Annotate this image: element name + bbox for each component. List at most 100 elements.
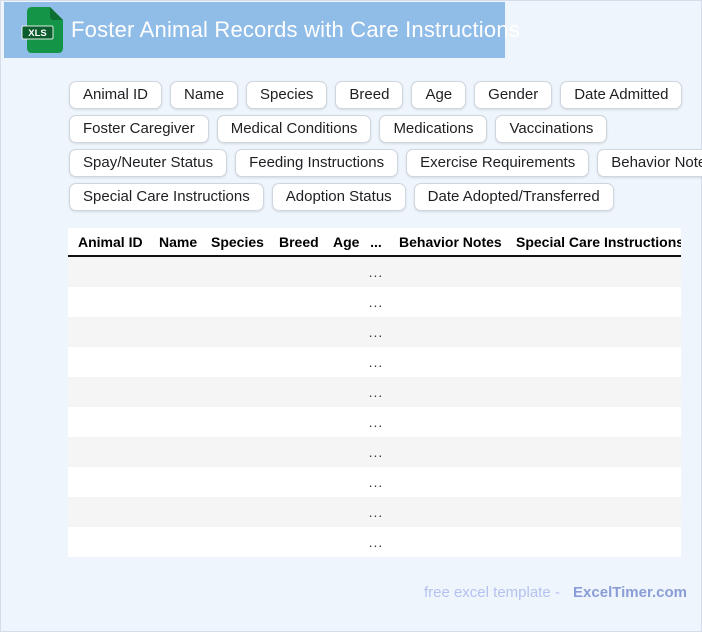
placeholder-cell: ... <box>363 467 389 497</box>
footer-brand-link[interactable]: ExcelTimer.com <box>573 584 687 601</box>
empty-cell <box>201 407 269 437</box>
chip-medical-conditions[interactable]: Medical Conditions <box>216 115 372 143</box>
chip-animal-id[interactable]: Animal ID <box>69 81 163 109</box>
table-row: ... <box>68 317 681 347</box>
xls-badge-label: XLS <box>28 28 46 39</box>
chip-spay-neuter-status[interactable]: Spay/Neuter Status <box>69 149 228 177</box>
empty-cell <box>389 287 506 317</box>
empty-cell <box>269 467 323 497</box>
chip-exercise-requirements[interactable]: Exercise Requirements <box>406 149 590 177</box>
empty-cell <box>201 287 269 317</box>
placeholder-cell: ... <box>363 497 389 527</box>
placeholder-cell: ... <box>363 437 389 467</box>
empty-cell <box>149 407 201 437</box>
empty-cell <box>68 407 149 437</box>
chip-date-adopted-transferred[interactable]: Date Adopted/Transferred <box>413 183 614 211</box>
empty-cell <box>68 317 149 347</box>
empty-cell <box>68 497 149 527</box>
empty-cell <box>68 287 149 317</box>
empty-cell <box>389 377 506 407</box>
empty-cell <box>323 437 363 467</box>
empty-cell <box>389 256 506 287</box>
table-row: ... <box>68 256 681 287</box>
table-row: ... <box>68 527 681 557</box>
table-wrap: Animal ID Name Species Breed Age... Behavior … <box>68 228 681 557</box>
chip-row: Animal ID Name Species Breed Age Gender Date A… <box>69 81 702 109</box>
chip-medications[interactable]: Medications <box>379 115 488 143</box>
empty-cell <box>269 527 323 557</box>
empty-cell <box>506 527 681 557</box>
empty-cell <box>201 347 269 377</box>
empty-cell <box>68 377 149 407</box>
chip-species[interactable]: Species <box>246 81 328 109</box>
empty-cell <box>506 467 681 497</box>
table-body: .............................. <box>68 256 681 557</box>
empty-cell <box>269 497 323 527</box>
empty-cell <box>149 497 201 527</box>
empty-cell <box>506 317 681 347</box>
empty-cell <box>269 347 323 377</box>
empty-cell <box>201 527 269 557</box>
column-header-age: Age <box>323 228 363 257</box>
placeholder-cell: ... <box>363 287 389 317</box>
empty-cell <box>506 497 681 527</box>
chip-row: Spay/Neuter Status Feeding Instructions Ex… <box>69 149 702 177</box>
chip-gender[interactable]: Gender <box>474 81 553 109</box>
chip-behavior-notes[interactable]: Behavior Notes <box>597 149 702 177</box>
empty-cell <box>269 377 323 407</box>
empty-cell <box>201 377 269 407</box>
placeholder-cell: ... <box>363 317 389 347</box>
column-header-species: Species <box>201 228 269 257</box>
empty-cell <box>506 437 681 467</box>
titlebar: XLS Foster Animal Records with Care Inst… <box>4 2 520 58</box>
empty-cell <box>389 347 506 377</box>
empty-cell <box>201 256 269 287</box>
empty-cell <box>269 256 323 287</box>
placeholder-cell: ... <box>363 407 389 437</box>
chip-name[interactable]: Name <box>170 81 239 109</box>
xls-file-icon: XLS <box>21 7 63 53</box>
chip-special-care-instructions[interactable]: Special Care Instructions <box>69 183 264 211</box>
footer-text: free excel template - <box>423 584 560 601</box>
chip-feeding-instructions[interactable]: Feeding Instructions <box>235 149 399 177</box>
empty-cell <box>323 256 363 287</box>
empty-cell <box>201 317 269 347</box>
table-row: ... <box>68 377 681 407</box>
empty-cell <box>506 287 681 317</box>
page-title: Foster Animal Records with Care Instruct… <box>71 17 520 42</box>
placeholder-cell: ... <box>363 347 389 377</box>
table-row: ... <box>68 467 681 497</box>
empty-cell <box>323 287 363 317</box>
empty-cell <box>68 437 149 467</box>
footer: free excel template - ExcelTimer.com <box>424 584 687 601</box>
empty-cell <box>506 256 681 287</box>
empty-cell <box>149 256 201 287</box>
empty-cell <box>506 407 681 437</box>
empty-cell <box>506 347 681 377</box>
chip-adoption-status[interactable]: Adoption Status <box>271 183 406 211</box>
chip-foster-caregiver[interactable]: Foster Caregiver <box>69 115 209 143</box>
empty-cell <box>323 497 363 527</box>
table-row: ... <box>68 497 681 527</box>
chip-age[interactable]: Age <box>411 81 467 109</box>
records-preview-table: Animal ID Name Species Breed Age... Behavior … <box>68 228 681 557</box>
empty-cell <box>201 497 269 527</box>
placeholder-cell: ... <box>363 527 389 557</box>
column-header-breed: Breed <box>269 228 323 257</box>
chip-vaccinations[interactable]: Vaccinations <box>495 115 608 143</box>
chip-breed[interactable]: Breed <box>335 81 404 109</box>
empty-cell <box>149 377 201 407</box>
empty-cell <box>149 467 201 497</box>
empty-cell <box>68 527 149 557</box>
empty-cell <box>323 407 363 437</box>
page: { "header": { "title": "Foster Animal Re… <box>0 0 702 632</box>
table-row: ... <box>68 407 681 437</box>
empty-cell <box>389 407 506 437</box>
chip-date-admitted[interactable]: Date Admitted <box>560 81 683 109</box>
empty-cell <box>201 467 269 497</box>
empty-cell <box>269 287 323 317</box>
table-row: ... <box>68 347 681 377</box>
empty-cell <box>323 347 363 377</box>
empty-cell <box>389 527 506 557</box>
empty-cell <box>389 497 506 527</box>
